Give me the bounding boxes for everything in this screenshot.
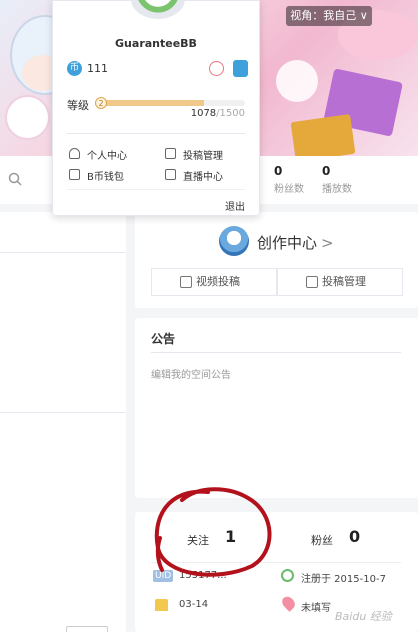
upload-icon [180, 276, 192, 288]
logout-link[interactable]: 退出 [225, 198, 245, 213]
notice-card: 公告 编辑我的空间公告 [135, 318, 418, 498]
manage-uploads-label: 投稿管理 [322, 275, 366, 288]
menu-wallet[interactable]: B币钱包 [69, 168, 124, 183]
followers-label[interactable]: 粉丝 [311, 532, 333, 548]
menu-personal-center-label: 个人中心 [87, 151, 127, 162]
user-menu-popup: GuaranteeBB 币 111 等级 2 1078/1500 个人中心 投稿… [52, 0, 260, 216]
following-count[interactable]: 1 [225, 527, 236, 546]
view-as-dropdown[interactable]: 视角：我自己 ∨ [286, 6, 372, 26]
divider [67, 133, 245, 134]
left-content-panel [0, 212, 126, 632]
wallet-icon [69, 169, 80, 180]
banner-gift-box-small [290, 114, 356, 156]
divider [0, 412, 126, 413]
coin-icon: 币 [67, 61, 82, 76]
uid-badge: UID [153, 570, 174, 582]
more-button[interactable] [66, 626, 108, 632]
level-progress-text: 1078/1500 [191, 108, 245, 119]
message-icon[interactable] [209, 61, 224, 76]
manage-uploads-button[interactable]: 投稿管理 [277, 268, 403, 296]
birthday-value: 03-14 [179, 599, 209, 610]
following-label[interactable]: 关注 [187, 532, 209, 548]
menu-personal-center[interactable]: 个人中心 [69, 147, 127, 162]
location-value: 未填写 [301, 603, 331, 614]
creator-center-link[interactable]: 创作中心 > [257, 232, 334, 253]
cake-icon [155, 599, 168, 611]
creator-center-title: 创作中心 [257, 234, 318, 252]
creator-center-card: 创作中心 > 视频投稿 投稿管理 [135, 212, 418, 308]
plays-stat-count: 0 [322, 164, 331, 178]
phone-bind-icon[interactable] [233, 60, 248, 77]
followers-count[interactable]: 0 [349, 527, 360, 546]
coin-balance: 111 [87, 62, 108, 75]
video-upload-button[interactable]: 视频投稿 [151, 268, 277, 296]
level-badge-icon: 2 [95, 97, 107, 109]
plays-stat: 0 播放数 [322, 164, 352, 195]
video-upload-label: 视频投稿 [196, 275, 240, 288]
uid-value: 155177... [179, 570, 227, 581]
creator-mascot-icon [219, 226, 249, 256]
registration-date: 注册于 2015-10-7 [301, 574, 386, 585]
user-avatar[interactable] [131, 0, 185, 19]
notice-title: 公告 [151, 332, 176, 346]
chevron-right-icon: > [321, 234, 334, 252]
banner-star [276, 60, 318, 102]
level-progress-fill [99, 100, 204, 106]
fans-stat-label: 粉丝数 [274, 184, 304, 195]
upload-manage-icon [165, 148, 176, 159]
menu-live-center-label: 直播中心 [183, 172, 223, 183]
menu-wallet-label: B币钱包 [87, 172, 124, 183]
level-max: /1500 [216, 108, 245, 119]
divider [151, 352, 401, 353]
manage-gear-icon [306, 276, 318, 288]
location-pin-icon [279, 594, 298, 612]
clock-icon [281, 569, 294, 582]
notice-edit-field[interactable]: 编辑我的空间公告 [151, 366, 231, 381]
fans-stat[interactable]: 0 粉丝数 [274, 164, 304, 195]
banner-bunny-plush [5, 95, 50, 140]
fans-stat-count: 0 [274, 164, 283, 178]
plays-stat-label: 播放数 [322, 184, 352, 195]
person-icon [69, 148, 80, 159]
divider [0, 252, 126, 253]
profile-info-card: 关注 1 粉丝 0 UID 155177... 注册于 2015-10-7 03… [135, 512, 418, 632]
level-progress-bar [99, 100, 245, 106]
divider [151, 562, 401, 563]
search-icon[interactable] [8, 172, 22, 186]
menu-live-center[interactable]: 直播中心 [165, 168, 223, 183]
divider [67, 189, 245, 190]
live-camera-icon [165, 169, 176, 180]
username[interactable]: GuaranteeBB [53, 37, 259, 50]
level-label: 等级 [67, 99, 89, 112]
menu-upload-manage-label: 投稿管理 [183, 151, 223, 162]
menu-upload-manage[interactable]: 投稿管理 [165, 147, 223, 162]
watermark: Baidu 经验 [335, 610, 392, 623]
level-current: 1078 [190, 108, 217, 119]
